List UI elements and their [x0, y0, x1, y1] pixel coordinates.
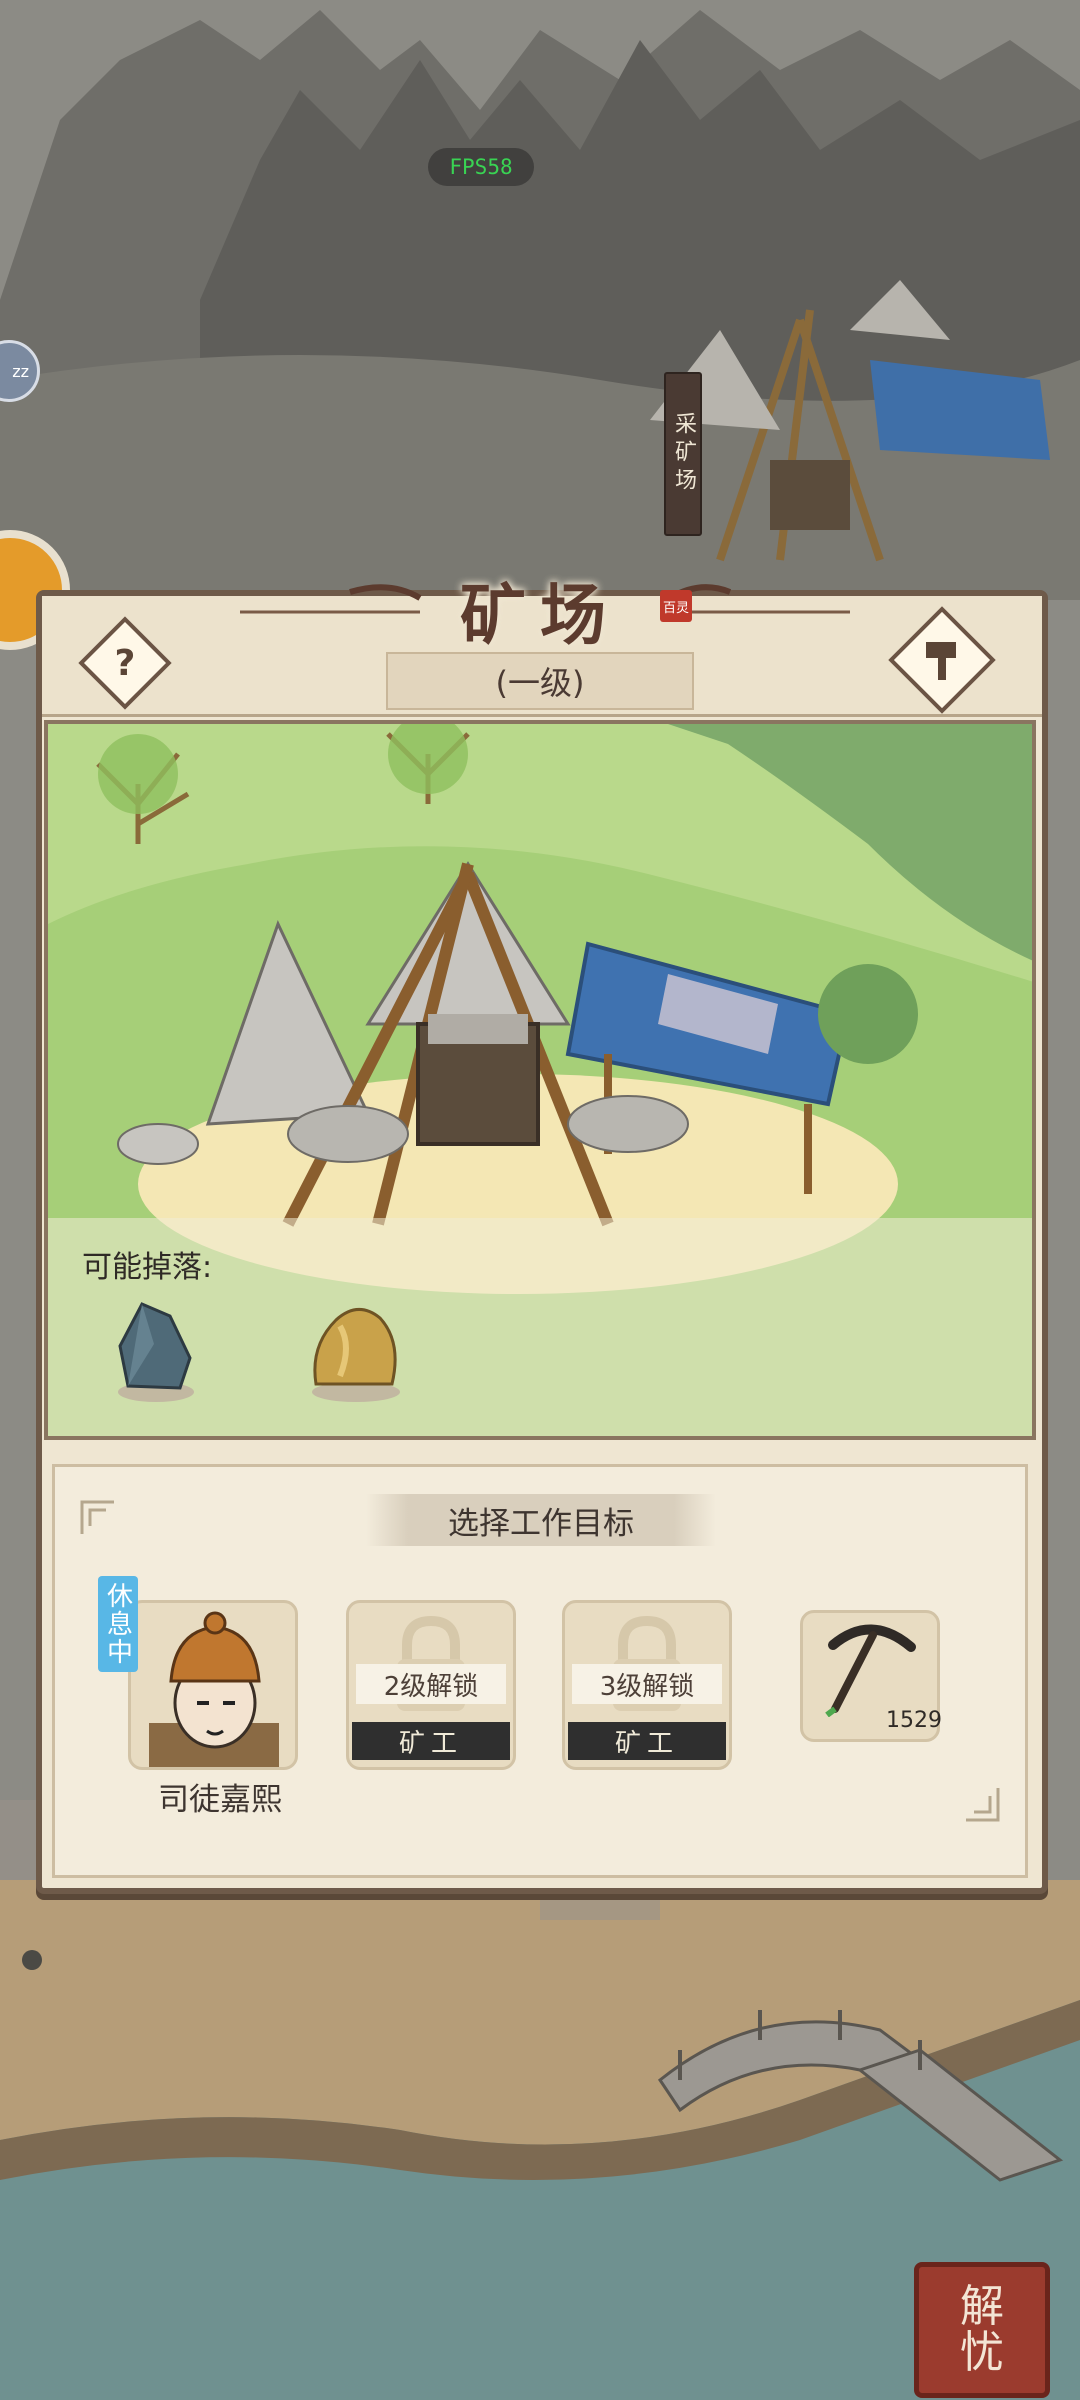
work-target-title: 选择工作目标 — [366, 1494, 716, 1546]
pickaxe-count: 1529 — [886, 1708, 942, 1733]
worker-slot[interactable] — [128, 1600, 298, 1770]
hammer-icon — [926, 642, 956, 680]
corner-ornament-right — [966, 1788, 1000, 1822]
corner-ornament-left — [80, 1500, 114, 1534]
question-icon: ? — [114, 642, 136, 684]
seal-char-2: 忧 — [960, 2327, 1004, 2378]
title-stamp: 百灵 — [660, 590, 692, 622]
unlock-requirement-label: 3级解锁 — [572, 1664, 722, 1704]
possible-drops-label: 可能掉落: — [82, 1250, 213, 1285]
building-level: (一级) — [386, 652, 694, 710]
ore-stone-icon[interactable] — [108, 1296, 204, 1406]
worker-status-badge: 休息中 — [98, 1576, 138, 1672]
gold-nugget-icon[interactable] — [300, 1296, 412, 1406]
pickaxe-icon — [825, 1624, 916, 1717]
worker-portrait — [149, 1611, 279, 1767]
seal-char-1: 解 — [960, 2280, 1004, 2332]
worker-name: 司徒嘉熙 — [158, 1781, 282, 1818]
relief-seal-button[interactable]: 解 忧 — [914, 2262, 1050, 2398]
role-label: 矿工 — [352, 1722, 510, 1760]
unlock-requirement-label: 2级解锁 — [356, 1664, 506, 1704]
role-label: 矿工 — [568, 1722, 726, 1760]
